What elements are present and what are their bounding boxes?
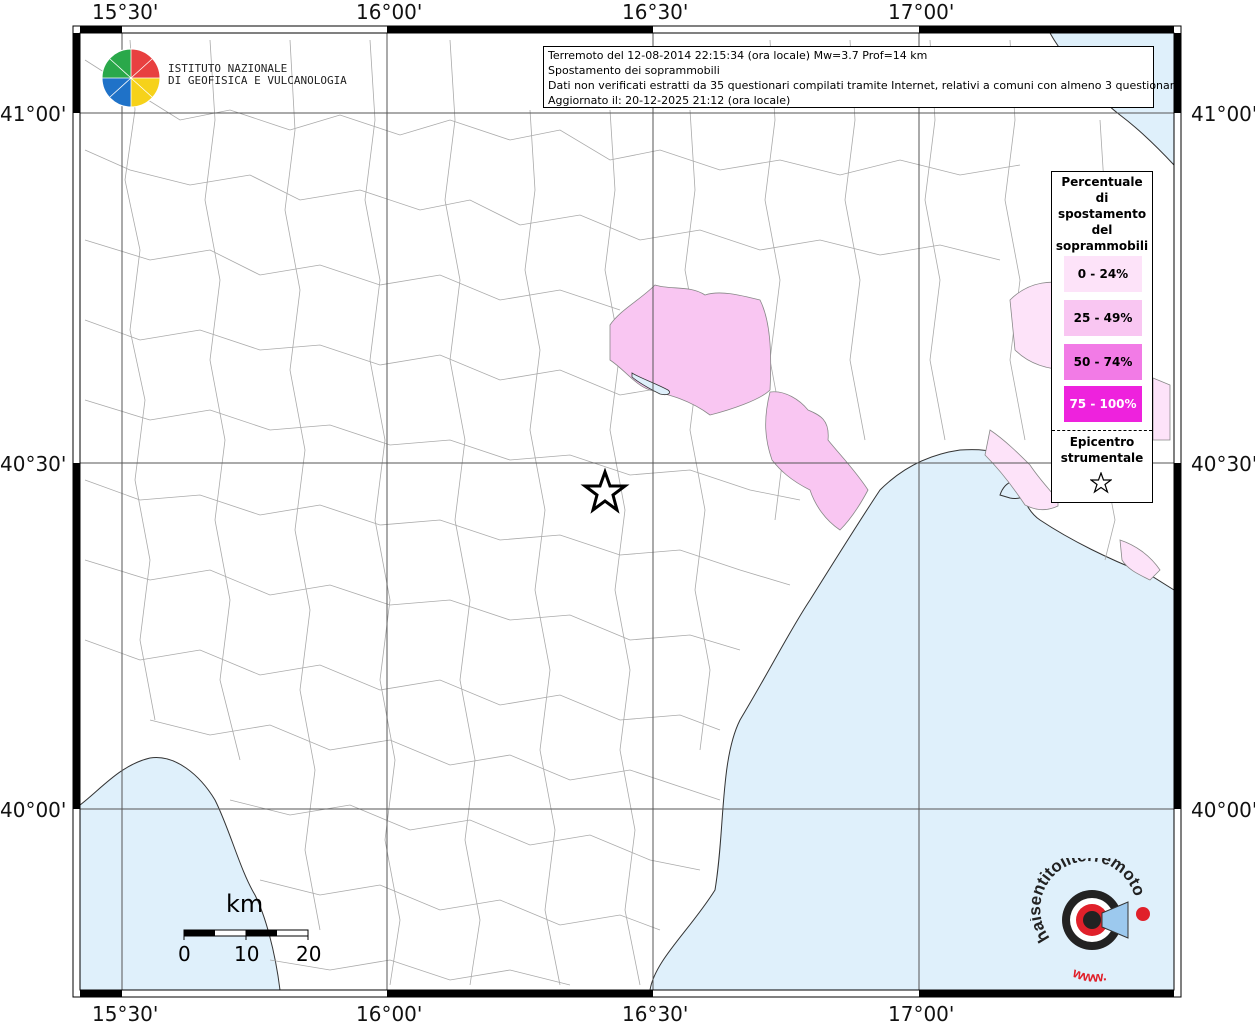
scale-bar: km 0 10 20 xyxy=(178,890,322,970)
hsit-logo-www: www. xyxy=(1070,964,1108,985)
info-line-3: Dati non verificati estratti da 35 quest… xyxy=(548,79,1181,92)
legend-title-line: di xyxy=(1095,191,1109,205)
lon-label-top-2: 16°00' xyxy=(356,0,423,24)
svg-text:www.: www. xyxy=(1070,964,1108,985)
scale-unit: km xyxy=(226,890,264,918)
legend-epicenter-line: strumentale xyxy=(1060,451,1144,465)
lon-label-bottom-1: 15°30' xyxy=(92,1002,159,1026)
ingv-name-line2: DI GEOFISICA E VULCANOLOGIA xyxy=(168,74,347,87)
scale-tick-10: 10 xyxy=(234,942,260,966)
legend-class-75-100: 75 - 100% xyxy=(1064,386,1142,422)
legend-title-line: del xyxy=(1091,223,1113,237)
lon-label-top-1: 15°30' xyxy=(92,0,159,24)
legend-separator xyxy=(1052,430,1152,431)
lon-label-top-3: 16°30' xyxy=(622,0,689,24)
legend: Percentuale di spostamento del soprammob… xyxy=(1051,171,1153,503)
lon-label-bottom-4: 17°00' xyxy=(888,1002,955,1026)
legend-title-line: spostamento xyxy=(1057,207,1147,221)
lon-label-bottom-3: 16°30' xyxy=(622,1002,689,1026)
legend-star-icon xyxy=(1090,472,1112,494)
ingv-globe-icon xyxy=(101,48,161,108)
legend-class-0-24: 0 - 24% xyxy=(1064,256,1142,292)
legend-title-line: Percentuale xyxy=(1061,175,1143,189)
info-line-2: Spostamento dei soprammobili xyxy=(548,64,720,77)
legend-class-25-49: 25 - 49% xyxy=(1064,300,1142,336)
lat-label-left-2: 40°30' xyxy=(0,452,67,476)
hsit-question-icon xyxy=(1136,907,1150,921)
legend-title: Percentuale di spostamento del soprammob… xyxy=(1052,172,1152,254)
legend-epicenter-line: Epicentro xyxy=(1069,435,1135,449)
legend-title-line: soprammobili xyxy=(1055,239,1149,253)
lat-label-right-3: 40°00' xyxy=(1191,798,1255,822)
lat-label-right-1: 41°00' xyxy=(1191,102,1255,126)
lat-label-left-3: 40°00' xyxy=(0,798,67,822)
lon-label-bottom-2: 16°00' xyxy=(356,1002,423,1026)
lat-label-right-2: 40°30' xyxy=(1191,452,1255,476)
scale-tick-0: 0 xyxy=(178,942,191,966)
legend-class-50-74: 50 - 74% xyxy=(1064,344,1142,380)
hsit-logo: haisentitoilterremoto.it www. xyxy=(1030,858,1150,985)
info-box: Terremoto del 12-08-2014 22:15:34 (ora l… xyxy=(543,46,1181,108)
area-0-24-e xyxy=(1152,377,1171,441)
ingv-logo: ISTITUTO NAZIONALE DI GEOFISICA E VULCAN… xyxy=(100,47,347,109)
lat-label-left-1: 41°00' xyxy=(0,102,67,126)
info-line-1: Terremoto del 12-08-2014 22:15:34 (ora l… xyxy=(548,49,928,62)
lon-label-top-4: 17°00' xyxy=(888,0,955,24)
scale-tick-20: 20 xyxy=(296,942,322,966)
info-line-4: Aggiornato il: 20-12-2025 21:12 (ora loc… xyxy=(548,94,791,107)
legend-epicenter-title: Epicentro strumentale xyxy=(1052,434,1152,466)
